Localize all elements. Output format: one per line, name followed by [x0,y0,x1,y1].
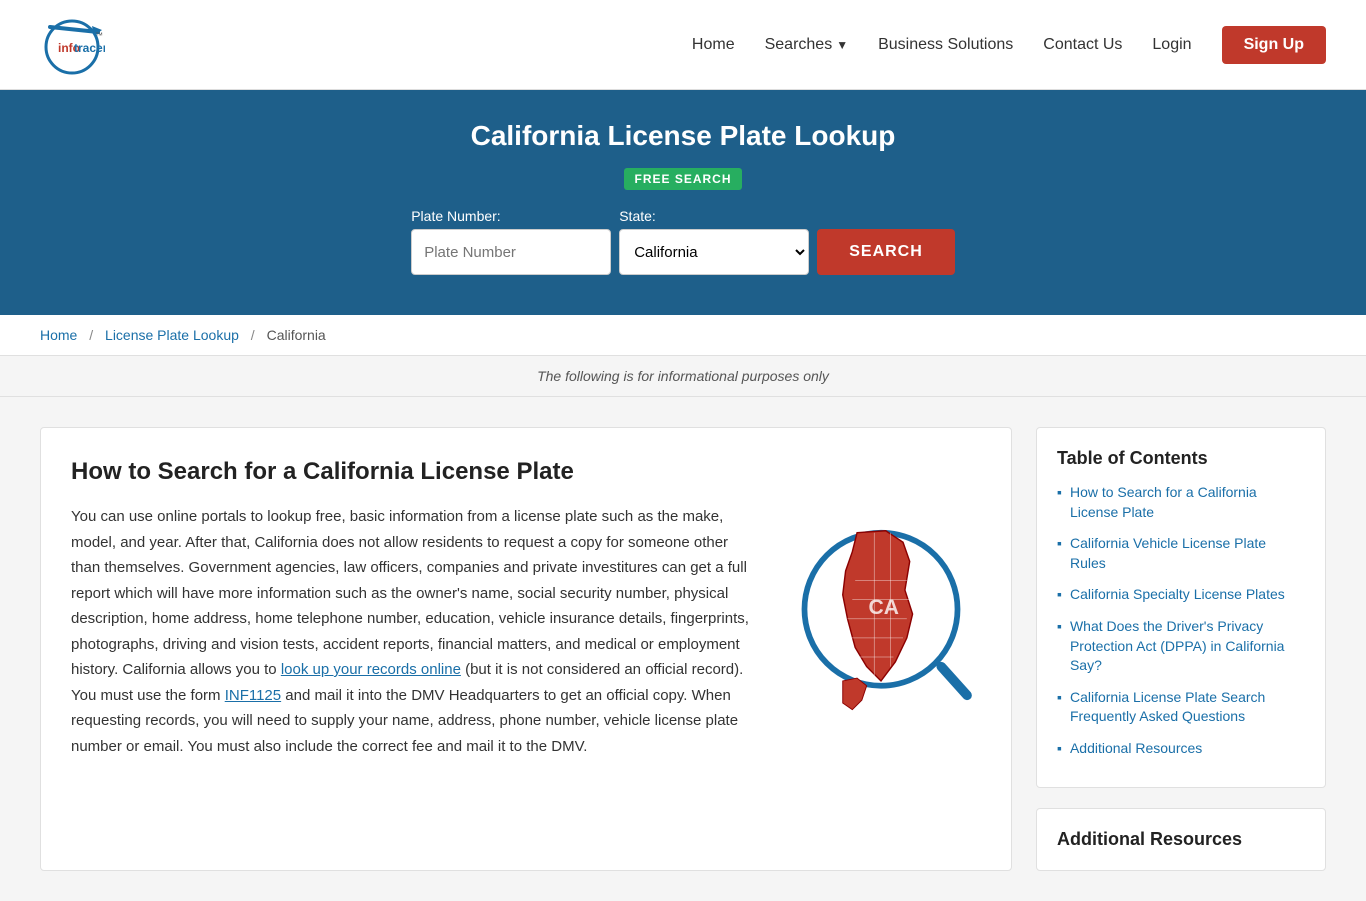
toc-item: California Specialty License Plates [1057,585,1305,605]
state-field: State: AlabamaAlaskaArizonaArkansasCalif… [619,208,809,275]
svg-text:CA: CA [869,596,899,619]
breadcrumb-lookup[interactable]: License Plate Lookup [105,327,239,343]
breadcrumb-sep-1: / [89,327,93,343]
state-select[interactable]: AlabamaAlaskaArizonaArkansasCaliforniaCo… [619,229,809,275]
article-body: You can use online portals to lookup fre… [71,504,981,773]
main-nav: Home Searches ▼ Business Solutions Conta… [692,26,1326,64]
california-map-svg: CA [786,504,976,724]
breadcrumb-sep-2: / [251,327,255,343]
article-paragraph-1: You can use online portals to lookup fre… [71,504,761,759]
nav-business-solutions[interactable]: Business Solutions [878,36,1013,54]
main-content: How to Search for a California License P… [0,397,1366,901]
toc-link[interactable]: Additional Resources [1070,739,1202,759]
article: How to Search for a California License P… [40,427,1012,871]
toc-list: How to Search for a California License P… [1057,483,1305,759]
toc-link[interactable]: What Does the Driver's Privacy Protectio… [1070,617,1305,676]
nav-searches[interactable]: Searches ▼ [765,36,848,54]
nav-signup[interactable]: Sign Up [1222,26,1326,64]
california-map-image: CA [781,504,981,724]
free-badge: FREE SEARCH [624,168,741,190]
search-form: Plate Number: State: AlabamaAlaskaArizon… [40,208,1326,275]
state-label: State: [619,208,656,224]
toc-item: California License Plate Search Frequent… [1057,688,1305,727]
additional-resources-box: Additional Resources [1036,808,1326,871]
hero-title: California License Plate Lookup [40,120,1326,152]
plate-field: Plate Number: [411,208,611,275]
toc-item: How to Search for a California License P… [1057,483,1305,522]
breadcrumb-state: California [267,327,326,343]
plate-input[interactable] [411,229,611,275]
chevron-down-icon: ▼ [836,38,848,52]
toc-item: Additional Resources [1057,739,1305,759]
article-link-records[interactable]: look up your records online [281,661,461,678]
toc-title: Table of Contents [1057,448,1305,469]
nav-login[interactable]: Login [1152,36,1191,54]
article-link-inf1125[interactable]: INF1125 [225,687,281,704]
breadcrumb: Home / License Plate Lookup / California [0,315,1366,356]
search-button[interactable]: SEARCH [817,229,955,275]
toc-box: Table of Contents How to Search for a Ca… [1036,427,1326,788]
plate-label: Plate Number: [411,208,500,224]
toc-link[interactable]: California License Plate Search Frequent… [1070,688,1305,727]
article-text: You can use online portals to lookup fre… [71,504,761,773]
toc-link[interactable]: California Specialty License Plates [1070,585,1285,605]
toc-item: What Does the Driver's Privacy Protectio… [1057,617,1305,676]
article-title: How to Search for a California License P… [71,458,981,486]
info-bar: The following is for informational purpo… [0,356,1366,397]
toc-link[interactable]: California Vehicle License Plate Rules [1070,534,1305,573]
info-bar-text: The following is for informational purpo… [537,368,829,384]
header: info tracer ™ Home Searches ▼ Business S… [0,0,1366,90]
hero-section: California License Plate Lookup FREE SEA… [0,90,1366,315]
logo: info tracer ™ [40,12,105,77]
nav-home[interactable]: Home [692,36,735,54]
logo-icon: info tracer ™ [40,12,105,77]
additional-resources-title: Additional Resources [1057,829,1305,850]
toc-item: California Vehicle License Plate Rules [1057,534,1305,573]
sidebar: Table of Contents How to Search for a Ca… [1036,427,1326,871]
svg-text:tracer: tracer [74,41,105,55]
breadcrumb-home[interactable]: Home [40,327,77,343]
nav-contact-us[interactable]: Contact Us [1043,36,1122,54]
toc-link[interactable]: How to Search for a California License P… [1070,483,1305,522]
svg-text:™: ™ [95,31,103,40]
